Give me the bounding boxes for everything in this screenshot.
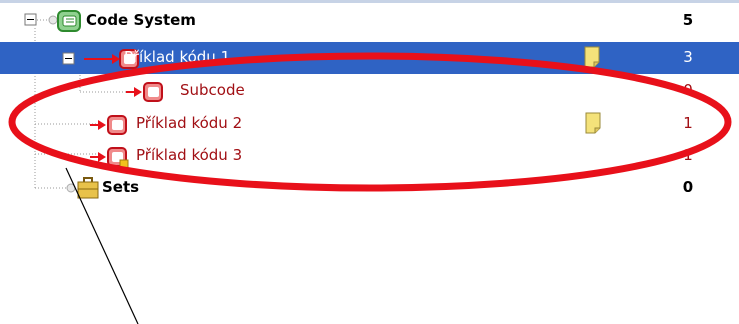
code-with-badge-icon [90,147,129,169]
code-count: 1 [683,146,693,164]
code-count: 0 [683,81,693,99]
code-system-count: 5 [682,11,694,29]
tree-row-priklad-kodu-2[interactable]: Příklad kódu 2 1 [0,108,739,140]
tree-row-priklad-kodu-1[interactable]: Příklad kódu 1 3 [0,42,739,74]
sets-label: Sets [102,178,140,196]
memo-icon[interactable] [585,112,601,134]
code-count: 1 [683,114,693,132]
sets-count: 0 [682,178,694,196]
tree-row-sets[interactable]: Sets 0 [0,172,739,204]
memo-icon[interactable] [584,46,600,68]
code-label: Příklad kódu 1 [124,48,231,66]
code-label: Příklad kódu 3 [136,146,243,164]
code-system-label: Code System [86,11,196,29]
code-icon [126,82,163,102]
code-label: Příklad kódu 2 [136,114,243,132]
tree-row-code-system[interactable]: Code System 5 [0,5,739,37]
code-icon [90,115,127,135]
tree-row-priklad-kodu-3[interactable]: Příklad kódu 3 1 [0,140,739,172]
code-system-icon [57,10,81,32]
code-count: 3 [683,48,693,66]
collapse-toggle-icon[interactable] [24,13,38,27]
code-label: Subcode [180,81,245,99]
tree-row-subcode[interactable]: Subcode 0 [0,75,739,107]
briefcase-icon [77,177,99,199]
collapse-toggle-icon[interactable] [62,52,76,66]
